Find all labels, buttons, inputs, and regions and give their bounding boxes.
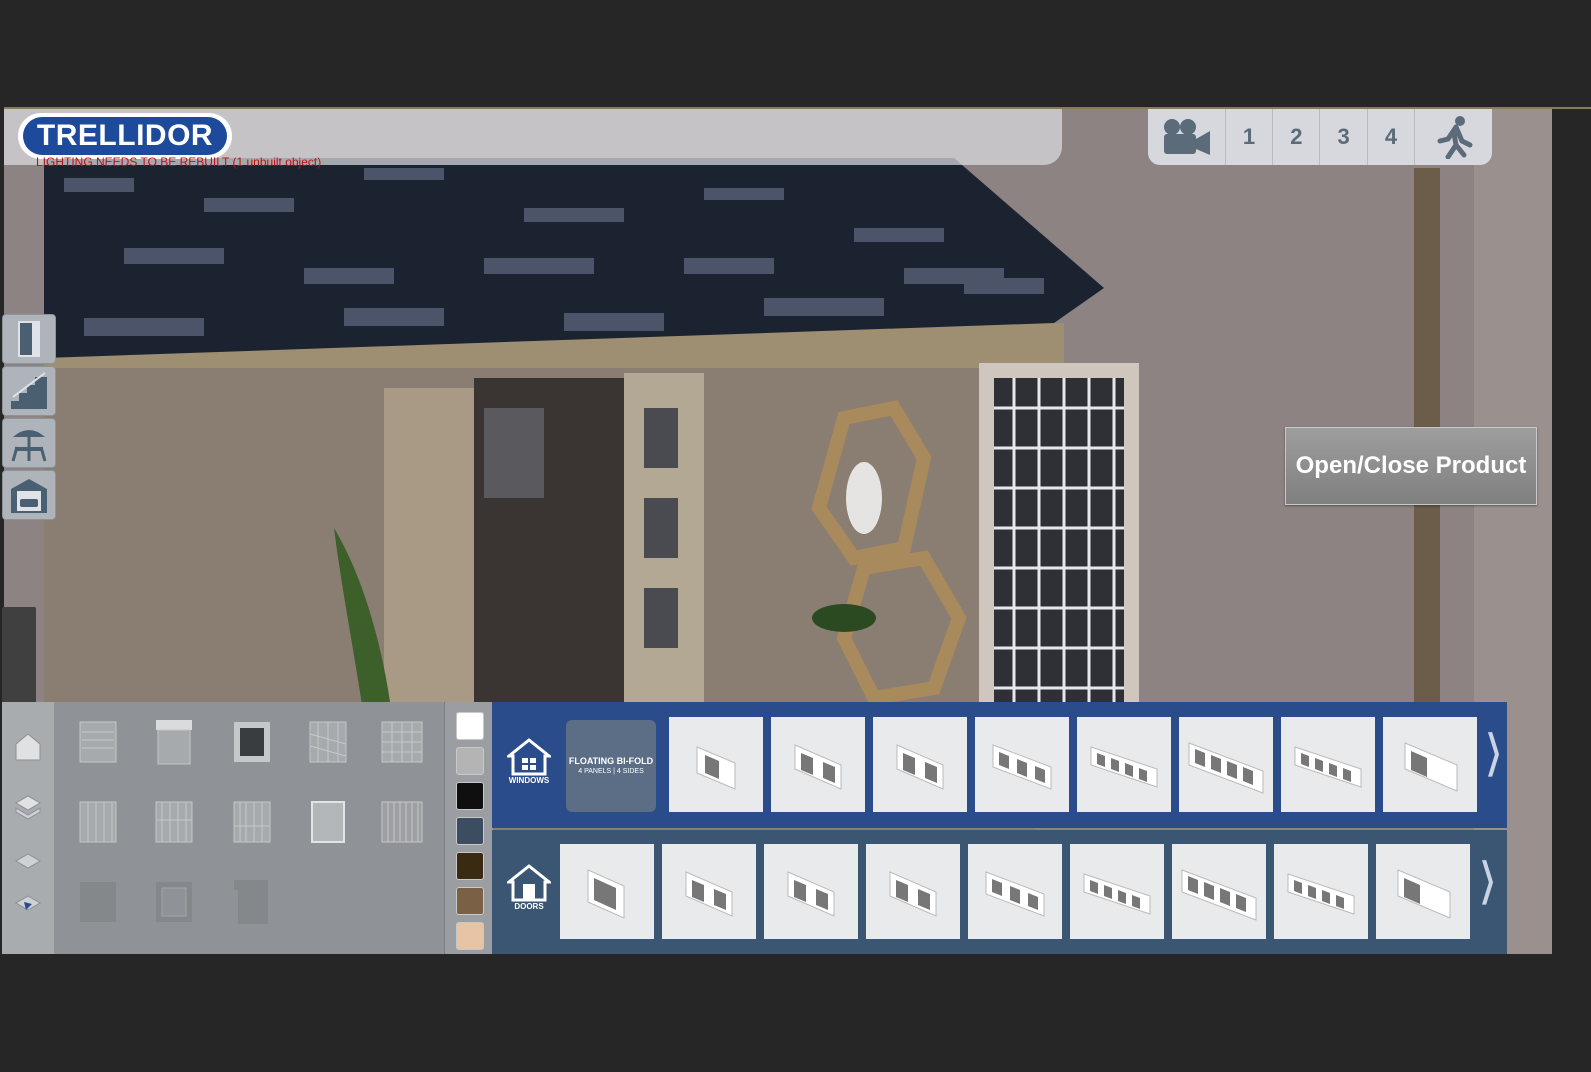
floor-icon[interactable] <box>14 852 42 870</box>
color-swatch-dark-brown[interactable] <box>456 852 484 880</box>
video-camera-button[interactable] <box>1148 109 1226 165</box>
walking-person-icon <box>1437 116 1473 159</box>
door-product-thumb[interactable] <box>1376 844 1470 939</box>
right-margin <box>1552 109 1591 954</box>
patio-icon <box>11 430 47 462</box>
walk-mode-button[interactable] <box>1415 109 1492 165</box>
window-product-thumb[interactable] <box>1179 717 1273 812</box>
shape-framed-panel-icon[interactable] <box>228 716 276 768</box>
color-swatch-grey[interactable] <box>456 747 484 775</box>
camera-view-2-button[interactable]: 2 <box>1273 109 1321 165</box>
window-product-image <box>1090 746 1158 788</box>
door-product-image <box>1181 869 1257 921</box>
door-product-image <box>587 869 625 919</box>
view-icon-column <box>2 702 54 954</box>
camera-toolbar: 1 2 3 4 <box>1148 109 1492 165</box>
garage-icon <box>11 479 47 513</box>
window-product-thumb[interactable] <box>1383 717 1477 812</box>
door-product-thumb[interactable] <box>662 844 756 939</box>
shape-solid-panel-icon[interactable] <box>74 876 122 928</box>
expand-icon[interactable] <box>14 892 42 920</box>
window-product-thumb[interactable] <box>771 717 865 812</box>
color-swatch-beige[interactable] <box>456 922 484 950</box>
house-door-icon <box>507 864 551 902</box>
bifold-title: FLOATING BI-FOLD <box>568 756 654 766</box>
house-window-icon <box>507 738 551 776</box>
window-product-image <box>1404 742 1458 792</box>
doors-next-chevron-icon[interactable]: ⟩ <box>1478 852 1498 910</box>
door-product-image <box>1287 873 1355 915</box>
color-swatch-bronze[interactable] <box>456 887 484 915</box>
window-product-image <box>794 744 842 790</box>
door-product-thumb[interactable] <box>1172 844 1266 939</box>
camera-view-3-button[interactable]: 3 <box>1320 109 1368 165</box>
door-product-thumb[interactable] <box>968 844 1062 939</box>
window-product-thumb[interactable] <box>1077 717 1171 812</box>
side-menu-garage-button[interactable] <box>2 470 56 520</box>
window-product-thumb[interactable] <box>975 717 1069 812</box>
door-product-thumb[interactable] <box>866 844 960 939</box>
floating-bifold-card[interactable]: FLOATING BI-FOLD 4 PANELS | 4 SIDES <box>566 720 656 812</box>
windows-category-label: WINDOWS <box>508 776 550 785</box>
window-product-image <box>696 746 736 790</box>
window-product-image <box>896 744 944 790</box>
video-camera-icon <box>1164 119 1211 155</box>
side-menu-stairs-button[interactable] <box>2 366 56 416</box>
door-product-thumb[interactable] <box>560 844 654 939</box>
shape-hinged-panel-icon[interactable] <box>228 876 276 928</box>
door-product-image <box>1397 869 1451 919</box>
camera-view-1-button[interactable]: 1 <box>1226 109 1274 165</box>
color-swatch-white[interactable] <box>456 712 484 740</box>
side-panel-handle[interactable] <box>2 607 36 703</box>
doors-category-button[interactable]: DOORS <box>500 864 558 911</box>
trellidor-logo: TRELLIDOR <box>18 113 232 159</box>
windows-category-button[interactable]: WINDOWS <box>500 738 558 785</box>
door-product-image <box>787 871 835 917</box>
shape-mesh-icon[interactable] <box>378 796 426 848</box>
shape-louvre-icon[interactable] <box>74 716 122 768</box>
window-product-thumb[interactable] <box>669 717 763 812</box>
shape-trellis-icon[interactable] <box>304 716 352 768</box>
door-product-image <box>985 871 1045 917</box>
camera-view-4-button[interactable]: 4 <box>1368 109 1416 165</box>
shape-folding-gate-icon[interactable] <box>228 796 276 848</box>
side-menu-doors-button[interactable] <box>2 314 56 364</box>
color-swatch-column <box>444 702 493 954</box>
color-swatch-black[interactable] <box>456 782 484 810</box>
windows-next-chevron-icon[interactable]: ⟩ <box>1484 724 1504 782</box>
layers-icon[interactable] <box>14 794 42 820</box>
lighting-warning: LIGHTING NEEDS TO BE REBUILT (1 unbuilt … <box>36 155 322 169</box>
side-menu-patio-button[interactable] <box>2 418 56 468</box>
staircase-icon <box>11 372 47 409</box>
shape-clear-panel-icon[interactable] <box>304 796 352 848</box>
window-product-image <box>1188 742 1264 794</box>
shape-roller-icon[interactable] <box>150 716 198 768</box>
shape-double-bars-icon[interactable] <box>150 796 198 848</box>
shape-inset-panel-icon[interactable] <box>150 876 198 928</box>
shape-grid-panel-icon[interactable] <box>378 716 426 768</box>
door-product-thumb[interactable] <box>764 844 858 939</box>
door-icon <box>18 321 40 357</box>
window-product-image <box>992 744 1052 790</box>
logo-text: TRELLIDOR <box>23 117 227 155</box>
door-product-image <box>685 871 733 917</box>
color-swatch-charcoal[interactable] <box>456 817 484 845</box>
product-shape-grid <box>54 702 444 954</box>
door-product-image <box>889 871 937 917</box>
door-product-thumb[interactable] <box>1070 844 1164 939</box>
house-icon[interactable] <box>14 732 42 762</box>
door-product-image <box>1083 873 1151 915</box>
bifold-subtitle: 4 PANELS | 4 SIDES <box>578 768 644 775</box>
door-product-thumb[interactable] <box>1274 844 1368 939</box>
window-product-thumb[interactable] <box>1281 717 1375 812</box>
window-product-thumb[interactable] <box>873 717 967 812</box>
doors-category-label: DOORS <box>514 902 544 911</box>
shape-bars-icon[interactable] <box>74 796 122 848</box>
window-product-image <box>1294 746 1362 788</box>
open-close-product-button[interactable]: Open/Close Product <box>1285 427 1537 505</box>
